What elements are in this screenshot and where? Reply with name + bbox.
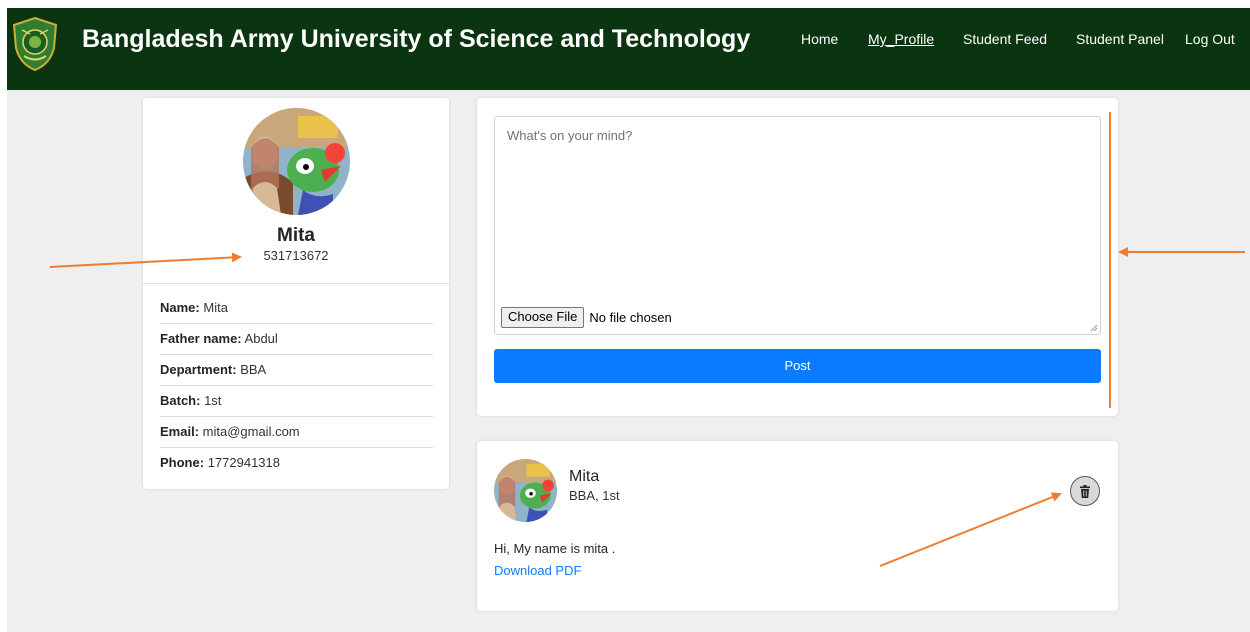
detail-label: Email: [160,424,200,439]
post-textarea[interactable]: What's on your mind? Choose File No file… [494,116,1101,335]
detail-row-batch: Batch: 1st [160,386,433,417]
detail-label: Phone: [160,455,205,470]
detail-value: 1772941318 [207,455,280,470]
detail-row-name: Name: Mita [160,294,433,324]
post-composer-card: What's on your mind? Choose File No file… [477,98,1118,416]
post-button[interactable]: Post [494,349,1101,383]
app-screen: Bangladesh Army University of Science an… [7,8,1250,632]
post-textarea-placeholder: What's on your mind? [507,128,633,143]
resize-grip-icon[interactable] [1090,324,1098,332]
detail-label: Name: [160,300,200,315]
detail-row-phone: Phone: 1772941318 [160,448,433,479]
profile-divider [143,283,449,284]
top-navbar: Bangladesh Army University of Science an… [7,8,1250,90]
profile-avatar [243,108,350,215]
delete-post-button[interactable] [1070,476,1100,506]
detail-label: Department: [160,362,237,377]
choose-file-button[interactable]: Choose File [501,307,585,328]
detail-value: Mita [203,300,228,315]
detail-label: Father name: [160,331,242,346]
detail-value: mita@gmail.com [202,424,300,439]
file-input[interactable]: Choose File No file chosen [501,307,672,328]
detail-row-email: Email: mita@gmail.com [160,417,433,448]
detail-value: Abdul [244,331,278,346]
nav-student-panel[interactable]: Student Panel [1076,31,1164,47]
post-text: Hi, My name is mita . [494,541,616,556]
download-pdf-link[interactable]: Download PDF [494,563,581,578]
nav-log-out[interactable]: Log Out [1185,31,1235,47]
post-author-meta: BBA, 1st [569,488,620,503]
nav-my-profile[interactable]: My_Profile [868,31,934,47]
profile-details-list: Name: Mita Father name: Abdul Department… [160,294,433,479]
brand-title[interactable]: Bangladesh Army University of Science an… [82,25,750,54]
university-logo [12,16,58,72]
profile-student-id: 531713672 [263,248,329,263]
detail-row-father-name: Father name: Abdul [160,324,433,355]
detail-value: BBA [240,362,267,377]
post-author-name: Mita [569,468,600,485]
trash-icon [1080,484,1090,498]
detail-row-department: Department: BBA [160,355,433,386]
nav-home[interactable]: Home [801,31,838,47]
detail-value: 1st [204,393,222,408]
detail-label: Batch: [160,393,201,408]
file-status-text: No file chosen [589,310,672,325]
profile-name: Mita [277,225,315,246]
post-author-avatar [494,459,557,522]
feed-post-card: Mita BBA, 1st Hi, My name is mita . Down… [477,441,1118,611]
profile-card: Mita 531713672 Name: Mita Father name: A… [143,98,449,489]
nav-student-feed[interactable]: Student Feed [963,31,1047,47]
